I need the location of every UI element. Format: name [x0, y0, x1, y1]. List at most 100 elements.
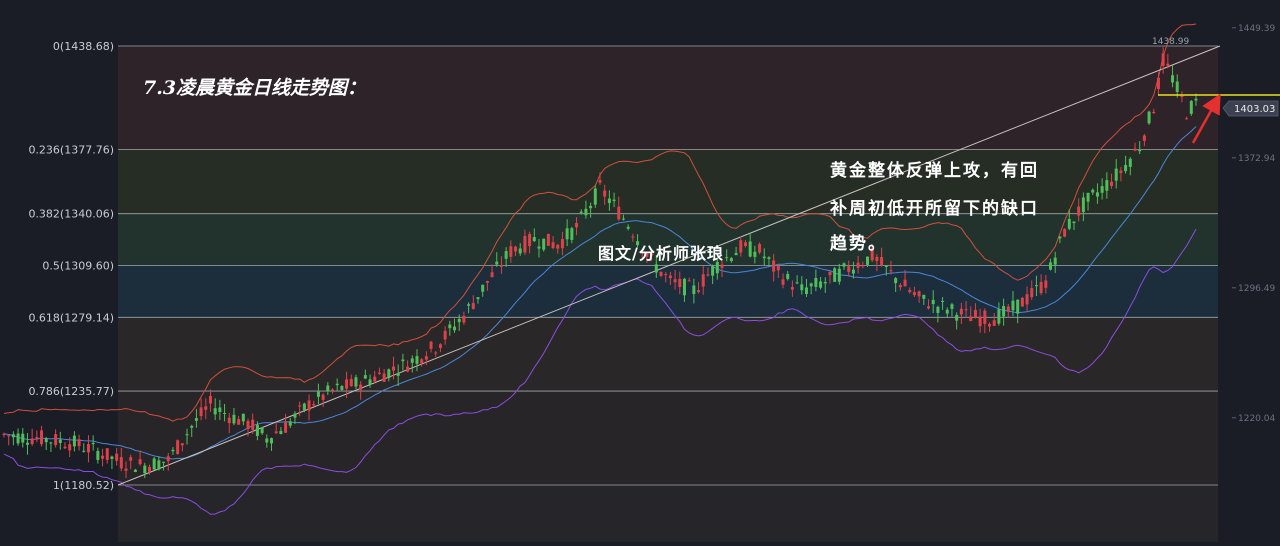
- candle-body: [190, 425, 194, 428]
- candle-body: [800, 284, 804, 291]
- axis-tick-label: 1449.39: [1238, 24, 1275, 34]
- fib-level-label: 1(1180.52): [53, 479, 114, 492]
- fib-level-label: 0.618(1279.14): [28, 311, 114, 324]
- candle-body: [1194, 98, 1198, 101]
- candle-body: [898, 285, 902, 288]
- candle-body: [359, 384, 363, 390]
- candle-body: [556, 244, 560, 249]
- candle-body: [82, 450, 86, 452]
- candle-body: [532, 237, 536, 242]
- candle-body: [1081, 197, 1085, 213]
- candle-body: [790, 286, 794, 290]
- candle-body: [603, 190, 607, 197]
- candle-body: [279, 430, 283, 435]
- candle-body: [880, 257, 884, 266]
- candle-body: [701, 274, 705, 287]
- candle-body: [58, 439, 62, 444]
- fib-zone: [118, 265, 1218, 318]
- candle-body: [546, 233, 550, 246]
- candle-body: [105, 448, 109, 460]
- candle-body: [828, 271, 832, 276]
- candle-body: [387, 369, 391, 379]
- candle-body: [1058, 236, 1062, 239]
- candle-body: [598, 180, 602, 183]
- candle-body: [936, 306, 940, 313]
- candle-body: [307, 400, 311, 411]
- candle-body: [706, 274, 710, 276]
- candle-body: [485, 280, 489, 283]
- candle-body: [166, 456, 170, 462]
- candle-body: [335, 383, 339, 386]
- candle-body: [1166, 63, 1170, 66]
- analysis-annotation-line-1: 黄金整体反弹上攻，有回: [830, 160, 1039, 181]
- candle-body: [861, 265, 865, 267]
- candle-body: [25, 442, 29, 445]
- high-price-label: 1438.99: [1152, 37, 1189, 47]
- candle-body: [119, 457, 123, 469]
- candle-body: [575, 223, 579, 228]
- candle-body: [856, 262, 860, 268]
- axis-tick-label: 1372.94: [1238, 154, 1275, 164]
- candle-body: [833, 268, 837, 282]
- candle-body: [687, 280, 691, 282]
- candle-body: [49, 442, 53, 444]
- candle-body: [213, 408, 217, 415]
- candle-body: [152, 458, 156, 470]
- candle-body: [758, 244, 762, 253]
- candle-body: [16, 433, 20, 444]
- candle-body: [1002, 305, 1006, 317]
- candle-body: [621, 218, 625, 220]
- candle-body: [903, 279, 907, 287]
- candle-body: [734, 252, 738, 256]
- current-price-label: 1403.03: [1234, 104, 1275, 115]
- candle-body: [819, 281, 823, 288]
- candle-body: [1072, 221, 1076, 224]
- candle-body: [1124, 164, 1128, 172]
- candle-body: [129, 457, 133, 461]
- chart-title: 7.3凌晨黄金日线走势图：: [143, 77, 366, 99]
- candle-body: [232, 414, 236, 424]
- fib-zone: [118, 149, 1218, 214]
- candle-body: [377, 372, 381, 374]
- candle-body: [739, 240, 743, 253]
- candle-body: [429, 341, 433, 349]
- candle-body: [340, 386, 344, 390]
- candle-body: [133, 469, 137, 472]
- fib-level-label: 0.236(1377.76): [28, 144, 114, 157]
- candle-body: [312, 404, 316, 406]
- candle-body: [955, 315, 959, 321]
- candle-body: [176, 440, 180, 454]
- candle-body: [542, 238, 546, 250]
- candle-body: [762, 256, 766, 259]
- candle-body: [349, 379, 353, 387]
- fib-level-label: 0(1438.68): [53, 40, 114, 53]
- candle-body: [138, 459, 142, 465]
- candle-body: [894, 278, 898, 284]
- candle-body: [941, 300, 945, 302]
- candle-body: [77, 439, 81, 447]
- candle-body: [373, 376, 377, 382]
- candle-body: [682, 278, 686, 296]
- candle-body: [931, 299, 935, 305]
- candle-body: [1133, 148, 1137, 151]
- candle-body: [326, 385, 330, 392]
- candle-body: [1091, 189, 1095, 193]
- candle-body: [518, 248, 522, 254]
- candle-body: [570, 228, 574, 240]
- candle-body: [260, 427, 264, 434]
- candle-body: [917, 291, 921, 297]
- candle-body: [945, 309, 949, 314]
- candle-body: [729, 258, 733, 262]
- candle-body: [715, 261, 719, 274]
- candle-body: [1152, 111, 1156, 114]
- candle-body: [499, 265, 503, 267]
- candle-body: [143, 465, 147, 474]
- analysis-annotation-line-3: 趋势。: [830, 233, 887, 254]
- candle-body: [748, 241, 752, 257]
- candle-body: [1110, 181, 1114, 186]
- candle-body: [678, 278, 682, 287]
- candle-body: [185, 434, 189, 436]
- candle-body: [1020, 297, 1024, 307]
- candle-body: [223, 412, 227, 414]
- candle-body: [997, 309, 1001, 324]
